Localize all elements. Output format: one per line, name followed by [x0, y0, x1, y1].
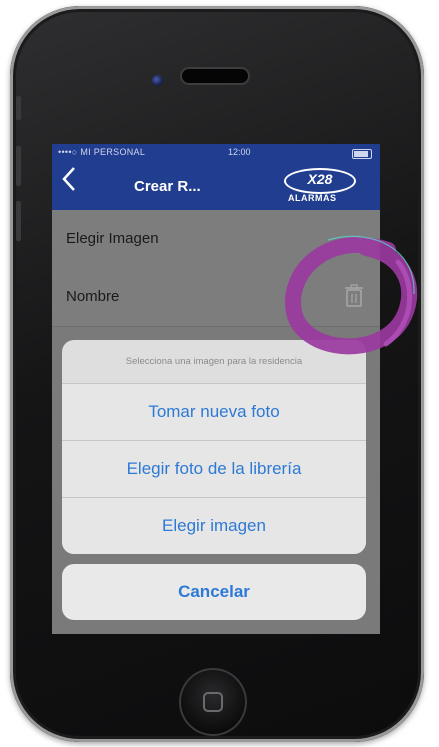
choose-image-button[interactable]: Elegir imagen: [62, 498, 366, 554]
front-camera: [152, 75, 163, 86]
carrier-label: ••••○ MI PERSONAL: [58, 147, 146, 157]
volume-up-button: [16, 146, 21, 186]
choose-image-row[interactable]: Elegir Imagen ›: [52, 210, 380, 269]
home-square-icon: [203, 692, 223, 712]
choose-image-label: Elegir Imagen: [66, 230, 159, 247]
phone-frame: ••••○ MI PERSONAL 12:00 Crear R... X28 A…: [10, 6, 424, 742]
action-sheet: Selecciona una imagen para la residencia…: [62, 340, 366, 554]
logo-brand: X28: [307, 171, 333, 187]
mute-switch: [16, 96, 21, 120]
home-button[interactable]: [179, 668, 247, 736]
take-photo-button[interactable]: Tomar nueva foto: [62, 384, 366, 441]
action-sheet-message: Selecciona una imagen para la residencia: [62, 340, 366, 384]
name-row[interactable]: Nombre: [52, 268, 380, 327]
choose-from-library-button[interactable]: Elegir foto de la librería: [62, 441, 366, 498]
trash-icon[interactable]: [344, 284, 364, 308]
cancel-button[interactable]: Cancelar: [62, 564, 366, 620]
battery-icon: [352, 149, 372, 159]
back-button[interactable]: [62, 166, 76, 192]
nav-bar: ••••○ MI PERSONAL 12:00 Crear R... X28 A…: [52, 144, 380, 210]
chevron-right-icon: ›: [356, 230, 362, 247]
volume-down-button: [16, 201, 21, 241]
app-screen: ••••○ MI PERSONAL 12:00 Crear R... X28 A…: [52, 144, 380, 634]
brand-logo: X28 ALARMAS: [278, 168, 372, 206]
earpiece-speaker: [182, 69, 248, 83]
status-time: 12:00: [228, 147, 251, 157]
page-title: Crear R...: [134, 178, 201, 195]
chevron-left-icon: [62, 167, 75, 191]
name-label: Nombre: [66, 288, 120, 305]
status-bar: ••••○ MI PERSONAL 12:00: [58, 146, 374, 160]
logo-subtitle: ALARMAS: [288, 193, 337, 203]
